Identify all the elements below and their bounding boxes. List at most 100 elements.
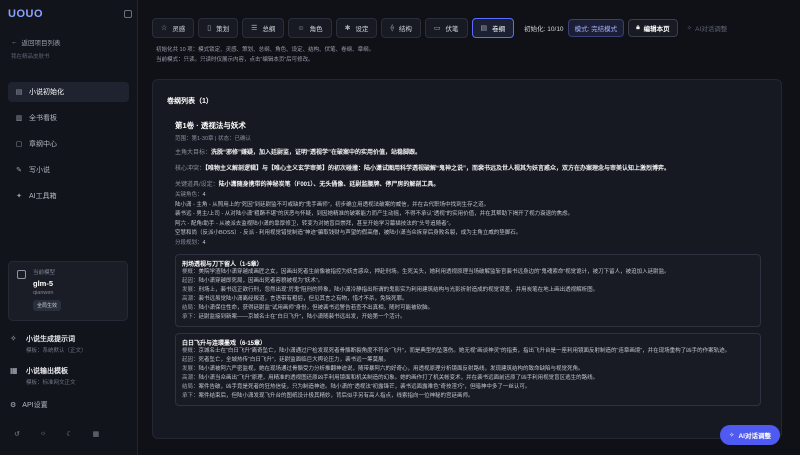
tab-settings[interactable]: ✱ 设定	[335, 18, 378, 38]
episode-title: 白日飞升与连環墨戏（6-15章）	[182, 341, 267, 347]
history-icon[interactable]: ↺	[14, 430, 20, 438]
init-progress: 初始化: 10/10	[524, 26, 564, 33]
field-key: 结局：	[182, 305, 199, 311]
volume-outline-panel: 卷纲列表（1） 第1卷 · 透视法与妖术 范围：第1-30章 | 状态：已确认 …	[152, 79, 782, 439]
tab-planning[interactable]: ▯ 策划	[198, 18, 239, 38]
roles-count: 4	[202, 192, 206, 198]
field-key: 梗概：	[182, 269, 199, 275]
book-icon: ▤	[15, 89, 23, 96]
field-value: 美院学渣陆小潇穿越成画匠之女，因画出死者生前像被指控为妖言惑众，押赴刑场。生死关…	[198, 269, 670, 275]
episode-line: 发展：陆小潇被阿六严密监视，她在现场通过骨骼受力分析推翻神迹说，随带暴阿六的好奇…	[182, 365, 754, 374]
field-value: 裴书远虽觉陆小潇离经叛道，言语带有粗俗，但见其言之有物，惜才不杀，免除死罪。	[198, 296, 408, 302]
field-key: 关键道具/设定：	[175, 182, 219, 188]
sidebar-item-label: 写小说	[29, 167, 50, 174]
moon-icon[interactable]: ☾	[66, 430, 72, 438]
sidebar-item-ai-toolbox[interactable]: ✦ AI工具箱	[8, 186, 129, 206]
model-provider: qianwen	[33, 290, 54, 296]
arrow-left-icon: ←	[11, 38, 18, 46]
lock-icon: 🔒︎	[636, 24, 640, 31]
edit-page-button[interactable]: 🔒︎ 编辑本页	[628, 19, 678, 37]
episode-line: 梗概：美院学渣陆小潇穿越成画匠之女，因画出死者生前像被指控为妖言惑众，押赴刑场。…	[182, 268, 754, 277]
tab-characters[interactable]: ☺ 角色	[288, 18, 332, 38]
volume-meta: 范围：第1-30章 | 状态：已确认	[175, 136, 251, 142]
field-value: 京城名士在“白日飞升”离奇坠亡，陆小潇通过尸检发现死者骨骼断裂角度不符合“飞升”…	[198, 348, 731, 354]
episode-card: 刑场透视与刀下留人（1-5章） 梗概：美院学渣陆小潇穿越成画匠之女，因画出死者生…	[175, 254, 761, 327]
tab-structure[interactable]: ⟠ 结构	[381, 18, 421, 38]
project-name: 我在精品皮肤书	[11, 54, 50, 60]
output-template-item[interactable]: ▦ 小说输出模板 模板：标准网文正文	[10, 366, 76, 386]
tab-label: 角色	[309, 26, 323, 33]
mode-badge: 模式: 完结模式	[567, 19, 625, 37]
structure-icon: ⟠	[390, 25, 394, 32]
app-logo[interactable]: UOUO	[8, 8, 129, 20]
api-settings-label: API设置	[22, 402, 48, 409]
grid-icon[interactable]: ▦	[93, 430, 100, 438]
sidebar-item-label: 全书看板	[29, 115, 57, 122]
tab-foreshadow[interactable]: ▭ 伏笔	[424, 18, 468, 38]
cpu-icon	[17, 270, 26, 279]
gear-icon: ⚙	[10, 402, 17, 409]
sidebar-item-label: 章纲中心	[29, 141, 57, 148]
ai-adjust-button-disabled[interactable]: ✧ AI对话调整	[682, 19, 733, 37]
tab-outline[interactable]: ☰ 总纲	[242, 18, 285, 38]
sidebar: UOUO ← 返回项目列表 我在精品皮肤书 ▤ 小说初始化 ▥ 全书看板 ▢ 章…	[0, 0, 138, 455]
back-label: 返回项目列表	[21, 40, 61, 47]
field-key: 承下：	[182, 393, 199, 399]
field-value: 案件结束后，但陆小潇发现飞升台的图纸设计极其精妙，背后似乎另有高人指点，线索指向…	[198, 393, 474, 399]
field-key: 分段规划：	[175, 239, 203, 246]
note-icon: ▭	[433, 25, 441, 32]
ai-adjust-fab[interactable]: ✧ AI对话调整	[720, 425, 780, 445]
volume-items: 关键道具/设定：陆小潇随身携带的神秘炭笔（F001）、无头俑像、廷尉监腰牌、停尸…	[175, 180, 761, 190]
role-line: 阿六 - 配角/助手 - 从被派去监视陆小潇的靠厚修卫，转变为对她盲目崇拜，甚至…	[175, 220, 454, 227]
field-value: 陆小潇保住性命，获得廷尉监“试用画师”身份，但被裴书远警告若查不出真相，随时可能…	[198, 305, 434, 311]
api-settings-link[interactable]: ⚙ API设置	[10, 400, 48, 410]
tab-label: 灵感	[172, 26, 186, 33]
episode-line: 结局：陆小潇保住性命，获得廷尉监“试用画师”身份，但被裴书远警告若查不出真相，随…	[182, 304, 754, 313]
sun-icon[interactable]: ☼	[40, 430, 46, 438]
tab-volume-outline[interactable]: ▤ 卷纲	[471, 18, 515, 38]
role-line: 空慧和尚（反派小BOSS）- 反派 - 利用视觉错觉制造“神迹”骗取钱财与声望的…	[175, 230, 522, 236]
info-line: 当前模式：只读。只读时仅展示内容，点击“编辑本页”后可修改。	[156, 57, 314, 63]
tool-sub: 模板：系统默认（正文）	[26, 348, 87, 354]
field-value: 死者坠亡，全城热传“白日飞升”，廷尉监面临巨大舆论压力，裴书远一筹莫展。	[198, 357, 390, 363]
toolbox-icon: ✦	[16, 193, 22, 200]
sidebar-nav: ▤ 小说初始化 ▥ 全书看板 ▢ 章纲中心 ✎ 写小说 ✦ AI工具箱	[8, 82, 129, 206]
field-key: 承下：	[182, 314, 199, 320]
field-value: 刑场上，裴书远正欲行刑，忽然出现“厉鬼”阻刑的异象，陆小潇冷静指出所谓的鬼影实为…	[198, 287, 599, 293]
volume-roles: 关键角色：4 陆小潇 - 主角 - 从照用上的“死因”到廷尉监不可或缺的“鬼手画…	[175, 191, 761, 248]
model-name: glm-5	[33, 279, 54, 288]
book-open-icon: ▯	[207, 25, 212, 32]
chart-icon: ▥	[15, 115, 23, 122]
field-value: 陆小潇随身携带的神秘炭笔（F001）、无头俑像、廷尉监腰牌、停尸房的解剖工具。	[218, 182, 440, 188]
init-info: 初始化共 10 项：模式锁定、灵感、策划、总纲、角色、设定、结构、伏笔、卷纲、章…	[156, 45, 374, 65]
tool-sub: 模板：标准网文正文	[26, 380, 76, 386]
field-key: 主角大目标：	[175, 150, 212, 156]
episode-line: 承下：案件结束后，但陆小潇发现飞升台的图纸设计极其精妙，背后似乎另有高人指点，线…	[182, 392, 754, 401]
field-key: 核心冲突：	[175, 166, 206, 172]
field-key: 结局：	[182, 384, 199, 390]
sidebar-item-chapters[interactable]: ▢ 章纲中心	[8, 134, 129, 154]
role-line: 陆小潇 - 主角 - 从照用上的“死因”到廷尉监不可或缺的“鬼手画师”，初步确立…	[175, 201, 490, 208]
sidebar-item-write[interactable]: ✎ 写小说	[8, 160, 129, 180]
role-line: 裴书远 - 男主/上司 - 从对陆小潇“粗蹶不堪”的厌恶与怀疑，到因她精准的破案…	[175, 211, 574, 217]
sparkle-icon: ✧	[686, 25, 693, 32]
prompt-template-item[interactable]: ✧ 小说生成提示词 模板：系统默认（正文）	[10, 334, 87, 354]
episode-line: 高潮：裴书远虽觉陆小潇离经叛道，言语带有粗俗，但见其言之有物，惜才不杀，免除死罪…	[182, 295, 754, 304]
edit-page-label: 编辑本页	[643, 26, 670, 33]
field-value: 陆小潇穿越即死局，因画出死者容貌被视为“妖术”。	[198, 278, 324, 284]
back-to-projects-link[interactable]: ← 返回项目列表	[8, 37, 129, 48]
sparkle-icon: ✧	[10, 334, 17, 343]
sidebar-item-board[interactable]: ▥ 全书看板	[8, 108, 129, 128]
volume-conflict: 核心冲突：【唯物主义解剖逻辑】与【唯心主义玄学审美】的初次碰撞：陆小潇试图用科学…	[175, 164, 761, 174]
field-value: 【唯物主义解剖逻辑】与【唯心主义玄学审美】的初次碰撞：陆小潇试图用科学透视破解“…	[205, 166, 671, 172]
episode-line: 结局：案件告破，凶手竟是死者的狂热信徒，只为制造神迹。陆小潇的“透视法”初露锋芒…	[182, 383, 754, 392]
sidebar-collapse-icon[interactable]	[124, 10, 132, 18]
field-key: 发展：	[182, 287, 199, 293]
tab-label: 卷纲	[492, 26, 506, 33]
tab-inspiration[interactable]: ☆ 灵感	[152, 18, 195, 38]
field-key: 梗概：	[182, 348, 199, 354]
sidebar-item-init[interactable]: ▤ 小说初始化	[8, 82, 129, 102]
tool-title: 小说生成提示词	[26, 336, 75, 343]
current-model-card[interactable]: 当前模型 glm-5 qianwen 全局生效	[8, 261, 128, 321]
field-value: 洗脱“邪修”嫌疑，加入廷尉监，证明“透视学”在破案中的实用价值，站稳脚跟。	[211, 150, 422, 156]
